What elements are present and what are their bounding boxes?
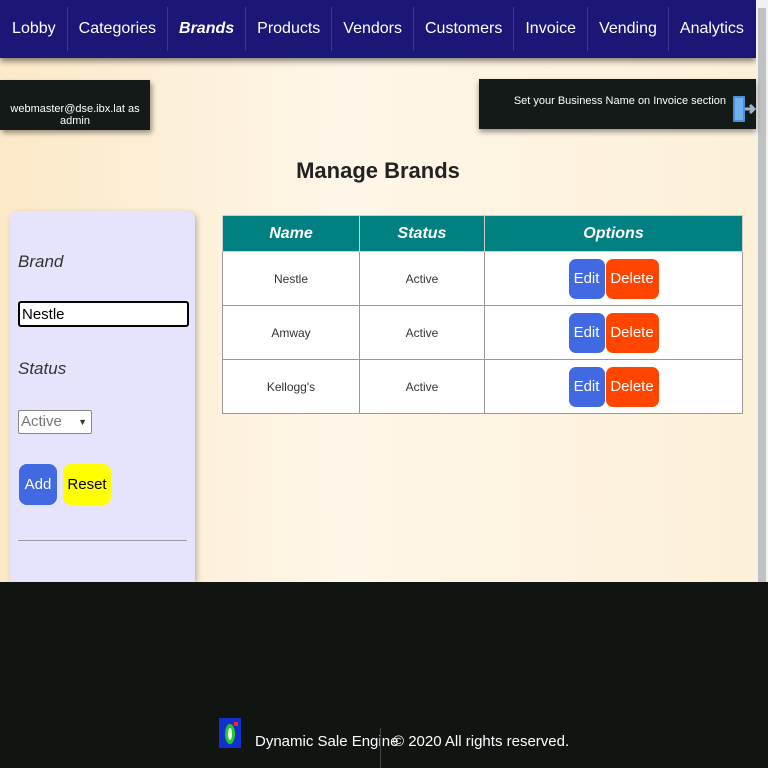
vertical-scrollbar[interactable] — [756, 0, 768, 583]
options-cell: Edit Delete — [484, 305, 743, 360]
chevron-down-icon: ▼ — [78, 417, 87, 427]
footer-separator — [380, 728, 381, 768]
edit-button[interactable]: Edit — [568, 366, 605, 407]
status-label: Status — [18, 359, 67, 378]
brand-name-cell: Kellogg's — [222, 359, 360, 414]
user-info-box: webmaster@dse.ibx.lat as admin — [0, 80, 150, 130]
page-title: Manage Brands — [296, 158, 460, 183]
nav-item-lobby[interactable]: Lobby — [1, 7, 68, 51]
delete-button[interactable]: Delete — [605, 312, 659, 353]
status-selected-value: Active — [21, 413, 62, 430]
brand-label: Brand — [18, 252, 64, 271]
brand-form-panel: Brand Status Active ▼ Add Reset — [10, 211, 195, 582]
nav-item-brands[interactable]: Brands — [168, 7, 247, 51]
delete-button[interactable]: Delete — [605, 258, 659, 299]
delete-button[interactable]: Delete — [605, 366, 659, 407]
add-button[interactable]: Add — [19, 464, 57, 505]
brand-status-cell: Active — [359, 359, 485, 414]
brand-name-cell: Amway — [222, 305, 360, 360]
nav-item-products[interactable]: Products — [246, 7, 333, 51]
footer-copyright: © 2020 All rights reserved. — [393, 733, 570, 750]
business-notice-text: Set your Business Name on Invoice sectio… — [513, 95, 726, 107]
nav-item-customers[interactable]: Customers — [414, 7, 515, 51]
table-row: Amway Active Edit Delete — [222, 305, 743, 360]
business-notice-box: Set your Business Name on Invoice sectio… — [479, 79, 756, 129]
logout-icon[interactable] — [732, 95, 756, 123]
brand-status-cell: Active — [359, 305, 485, 360]
edit-button[interactable]: Edit — [568, 312, 605, 353]
brand-status-cell: Active — [359, 251, 485, 306]
nav-item-vendors[interactable]: Vendors — [332, 7, 414, 51]
form-divider — [18, 540, 187, 541]
nav-item-vending[interactable]: Vending — [588, 7, 669, 51]
column-header-status: Status — [359, 215, 485, 252]
footer-app-name: Dynamic Sale Engine — [255, 733, 399, 750]
brand-input[interactable] — [18, 301, 189, 327]
reset-button[interactable]: Reset — [63, 464, 111, 505]
table-row: Nestle Active Edit Delete — [222, 251, 743, 306]
scrollbar-thumb[interactable] — [758, 8, 766, 583]
nav-item-analytics[interactable]: Analytics — [669, 7, 755, 51]
footer: Dynamic Sale Engine © 2020 All rights re… — [0, 582, 768, 768]
brands-table: Name Status Options Nestle Active Edit De… — [222, 215, 743, 414]
edit-button[interactable]: Edit — [568, 258, 605, 299]
options-cell: Edit Delete — [484, 359, 743, 414]
options-cell: Edit Delete — [484, 251, 743, 306]
nav-item-categories[interactable]: Categories — [68, 7, 169, 51]
top-navigation: Lobby Categories Brands Products Vendors… — [0, 0, 756, 58]
column-header-name: Name — [222, 215, 360, 252]
status-select[interactable]: Active ▼ — [18, 410, 92, 434]
brand-name-cell: Nestle — [222, 251, 360, 306]
table-row: Kellogg's Active Edit Delete — [222, 359, 743, 414]
nav-item-invoice[interactable]: Invoice — [514, 7, 589, 51]
app-logo-icon — [219, 718, 241, 748]
column-header-options: Options — [484, 215, 743, 252]
user-role: admin — [60, 115, 90, 127]
